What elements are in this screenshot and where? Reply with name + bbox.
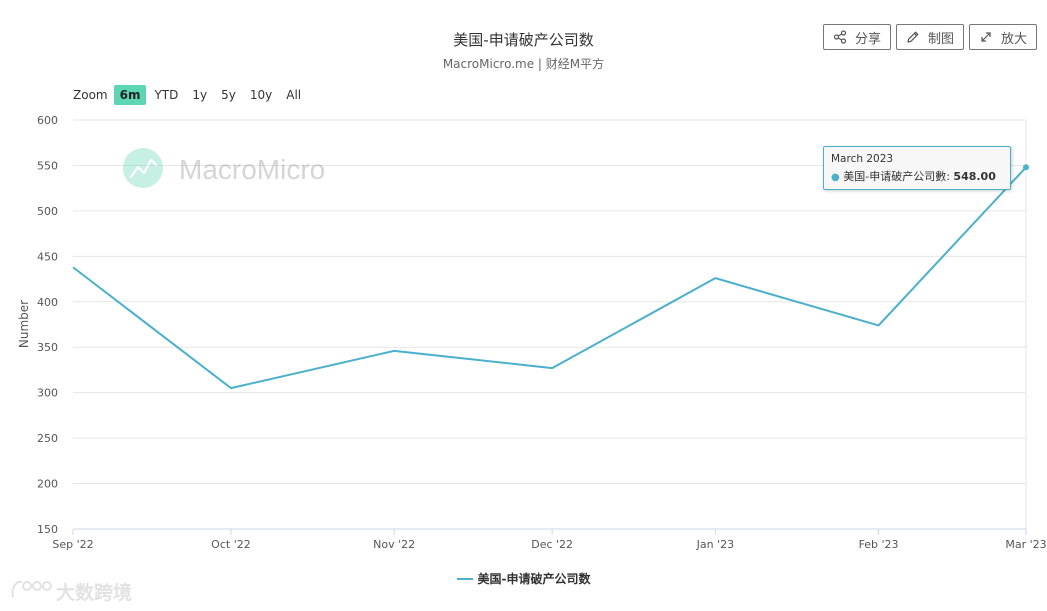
corner-watermark: 大数跨境 [10, 577, 132, 605]
chart-legend[interactable]: 美国-申请破产公司数 [0, 570, 1047, 587]
y-tick-label: 600 [37, 114, 58, 127]
y-tick-label: 300 [37, 387, 58, 400]
x-tick-label: Jan '23 [696, 538, 734, 551]
y-tick-label: 250 [37, 432, 58, 445]
y-tick-label: 500 [37, 205, 58, 218]
y-tick-label: 150 [37, 523, 58, 536]
macromicro-logo-icon [123, 148, 163, 188]
x-tick-label: Oct '22 [211, 538, 251, 551]
legend-line-marker [456, 577, 473, 580]
corner-logo-icon [10, 577, 52, 605]
line-chart: MacroMicro 150 200 250 300 350 400 450 500 550 60… [17, 114, 1047, 551]
x-tick-label: Mar '23 [1005, 538, 1046, 551]
chart-watermark: MacroMicro [123, 148, 325, 188]
y-tick-label: 550 [37, 159, 58, 172]
legend-label: 美国-申请破产公司数 [477, 572, 591, 586]
series-layer [72, 164, 1029, 390]
tooltip-date: March 2023 [831, 153, 894, 165]
watermark-text: MacroMicro [179, 154, 325, 185]
y-tick-label: 350 [37, 341, 58, 354]
y-axis-title: Number [17, 300, 31, 348]
x-tick-label: Dec '22 [531, 538, 573, 551]
corner-watermark-text: 大数跨境 [56, 581, 133, 604]
series-line[interactable] [72, 166, 1027, 390]
tooltip-series-dot: ● [831, 172, 840, 183]
y-tick-label: 200 [37, 478, 58, 491]
hovered-point[interactable] [1023, 164, 1029, 171]
y-tick-label: 450 [37, 250, 58, 263]
tooltip-series-name: 美国-申请破产公司數: [843, 170, 950, 183]
x-tick-label: Feb '23 [859, 538, 899, 551]
data-tooltip: March 2023 ● 美国-申请破产公司數: 548.00 [823, 146, 1011, 190]
x-tick-label: Nov '22 [373, 538, 415, 551]
y-tick-label: 400 [37, 296, 58, 309]
x-tick-label: Sep '22 [52, 538, 93, 551]
tooltip-value: 548.00 [953, 170, 996, 183]
